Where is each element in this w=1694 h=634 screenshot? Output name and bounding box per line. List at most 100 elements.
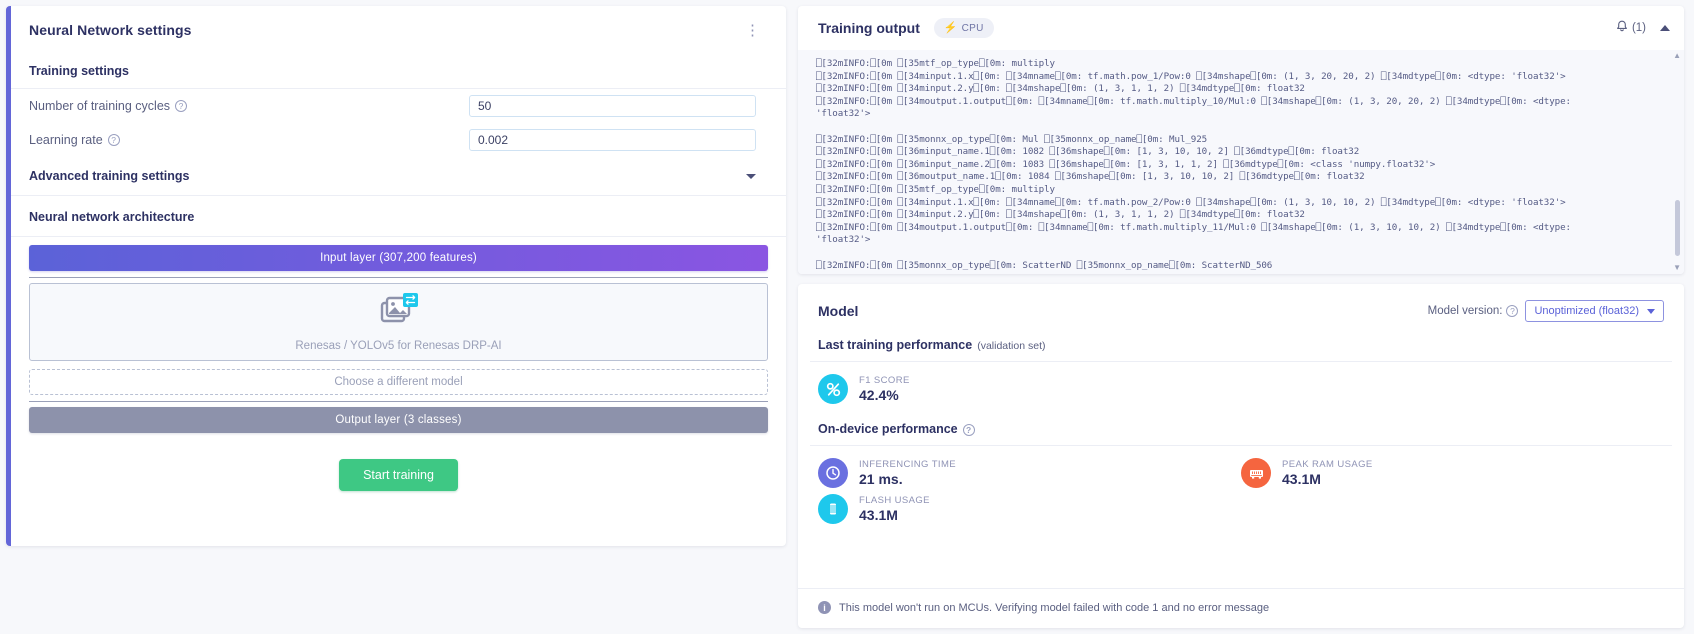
training-output-title: Training output bbox=[818, 20, 920, 36]
label-learning-rate: Learning rate ? bbox=[29, 133, 469, 147]
f1-value: 42.4% bbox=[859, 387, 899, 403]
terminal-line: ⎕[32mINFO:⎕[0m ⎕[34minput.1.x⎕[0m: ⎕[34m… bbox=[816, 70, 1566, 82]
on-device-metrics: INFERENCING TIME 21 ms. FLASH USAGE 43.1… bbox=[798, 446, 1684, 528]
scrollbar-thumb[interactable] bbox=[1675, 200, 1680, 256]
f1-metric: F1 SCORE 42.4% bbox=[818, 374, 1241, 404]
model-version-label: Model version: ? bbox=[1428, 305, 1519, 317]
percent-icon bbox=[818, 374, 848, 404]
f1-metric-row: F1 SCORE 42.4% bbox=[798, 362, 1684, 408]
help-icon[interactable]: ? bbox=[107, 134, 120, 146]
peak-ram-usage-value: 43.1M bbox=[1282, 471, 1321, 488]
terminal-line: ⎕[32mINFO:⎕[0m ⎕[34moutput.1.output⎕[0m:… bbox=[816, 95, 1571, 107]
terminal-line: ⎕[32mINFO:⎕[0m ⎕[34minput.1.x⎕[0m: ⎕[34m… bbox=[816, 196, 1566, 208]
info-icon: i bbox=[818, 601, 831, 614]
layer-connector bbox=[29, 395, 768, 407]
terminal-line: ⎕[32mINFO:⎕[0m ⎕[35mtf_op_type⎕[0m: mult… bbox=[816, 183, 1055, 195]
terminal-line: ⎕[32mINFO:⎕[0m ⎕[34minput.2.y⎕[0m: ⎕[34m… bbox=[816, 83, 1305, 95]
terminal-output[interactable]: ⎕[32mINFO:⎕[0m ⎕[35mtf_op_type⎕[0m: mult… bbox=[798, 50, 1684, 274]
model-version-select[interactable]: Unoptimized (float32) bbox=[1525, 300, 1664, 322]
notifications-count: (1) bbox=[1631, 22, 1646, 34]
ram-icon bbox=[1241, 458, 1271, 489]
left-column: Neural Network settings ⋮ Training setti… bbox=[0, 0, 798, 634]
clock-icon bbox=[818, 458, 848, 489]
on-device-metrics-left: INFERENCING TIME 21 ms. FLASH USAGE 43.1… bbox=[818, 458, 1241, 525]
learning-rate-input[interactable] bbox=[469, 129, 756, 151]
kebab-menu-icon[interactable]: ⋮ bbox=[739, 21, 766, 40]
architecture-body: Input layer (307,200 features) Renesas /… bbox=[11, 237, 786, 491]
device-badge: ⚡ CPU bbox=[933, 18, 994, 38]
scroll-down-arrow[interactable]: ▼ bbox=[1673, 264, 1681, 272]
bell-icon bbox=[1616, 20, 1628, 36]
terminal-line: ⎕[32mINFO:⎕[0m ⎕[35monnx_op_type⎕[0m: Sc… bbox=[816, 259, 1273, 271]
terminal-line: ⎕[32mINFO:⎕[0m ⎕[36minput_name.2⎕[0m: 10… bbox=[816, 158, 1436, 170]
label-training-cycles: Number of training cycles ? bbox=[29, 99, 469, 113]
inferencing-time-text: INFERENCING TIME 21 ms. bbox=[859, 459, 956, 487]
help-icon[interactable]: ? bbox=[1506, 305, 1519, 317]
terminal-line: ⎕[32mINFO:⎕[0m ⎕[35monnx_op_type⎕[0m: Mu… bbox=[816, 133, 1208, 145]
training-output-header-right: (1) bbox=[1616, 20, 1670, 36]
f1-metric-spacer bbox=[1241, 374, 1664, 404]
neural-network-settings-card: Neural Network settings ⋮ Training setti… bbox=[6, 6, 786, 546]
last-training-performance-sub: (validation set) bbox=[977, 340, 1046, 352]
label-training-cycles-text: Number of training cycles bbox=[29, 99, 171, 113]
terminal-line: 'float32'> bbox=[816, 234, 871, 246]
selected-model-box[interactable]: Renesas / YOLOv5 for Renesas DRP-AI bbox=[29, 283, 768, 361]
selected-model-name: Renesas / YOLOv5 for Renesas DRP-AI bbox=[295, 339, 502, 352]
training-output-card: Training output ⚡ CPU (1) ⎕[32mINFO:⎕[0m… bbox=[798, 6, 1684, 274]
f1-metric-col: F1 SCORE 42.4% bbox=[818, 374, 1241, 404]
terminal-line: ⎕[32mINFO:⎕[0m ⎕[35mtf_op_type⎕[0m: mult… bbox=[816, 58, 1055, 69]
inferencing-time-metric: INFERENCING TIME 21 ms. bbox=[818, 458, 1241, 489]
model-version-group: Model version: ? Unoptimized (float32) bbox=[1428, 300, 1664, 322]
training-output-header: Training output ⚡ CPU (1) bbox=[798, 6, 1684, 50]
architecture-label: Neural network architecture bbox=[29, 210, 195, 224]
train-button-wrap: Start training bbox=[29, 433, 768, 491]
model-card: Model Model version: ? Unoptimized (floa… bbox=[798, 284, 1684, 628]
flash-usage-text: FLASH USAGE 43.1M bbox=[859, 495, 930, 523]
right-column: Training output ⚡ CPU (1) ⎕[32mINFO:⎕[0m… bbox=[798, 0, 1694, 634]
advanced-training-settings-toggle[interactable]: Advanced training settings bbox=[11, 157, 786, 195]
chevron-up-icon[interactable] bbox=[1660, 25, 1670, 31]
training-cycles-input[interactable] bbox=[469, 95, 756, 117]
notifications-button[interactable]: (1) bbox=[1616, 20, 1646, 36]
terminal-line: ⎕[32mINFO:⎕[0m ⎕[34minput.2.y⎕[0m: ⎕[34m… bbox=[816, 209, 1305, 221]
input-layer-bar: Input layer (307,200 features) bbox=[29, 245, 768, 271]
on-device-performance-title: On-device performance ? bbox=[798, 408, 1684, 445]
choose-different-model-button[interactable]: Choose a different model bbox=[29, 369, 768, 395]
peak-ram-usage-label: PEAK RAM USAGE bbox=[1282, 459, 1373, 471]
on-device-metrics-right: PEAK RAM USAGE 43.1M bbox=[1241, 458, 1664, 524]
terminal-line: ⎕[32mINFO:⎕[0m ⎕[36minput_name.1⎕[0m: 10… bbox=[816, 146, 1360, 158]
image-transfer-icon bbox=[379, 292, 419, 332]
chevron-down-icon[interactable] bbox=[1647, 308, 1655, 314]
device-badge-label: CPU bbox=[961, 22, 984, 34]
terminal-line: ⎕[32mINFO:⎕[0m ⎕[36moutput_name.1⎕[0m: 1… bbox=[816, 171, 1365, 183]
help-icon[interactable]: ? bbox=[962, 424, 975, 437]
layer-connector bbox=[29, 271, 768, 283]
flash-usage-label: FLASH USAGE bbox=[859, 495, 930, 507]
flash-usage-metric: FLASH USAGE 43.1M bbox=[818, 494, 1241, 525]
model-warning-note: i This model won't run on MCUs. Verifyin… bbox=[798, 588, 1684, 628]
training-settings-label: Training settings bbox=[29, 64, 130, 78]
flash-usage-value: 43.1M bbox=[859, 507, 898, 524]
help-icon[interactable]: ? bbox=[175, 100, 188, 112]
inferencing-time-label: INFERENCING TIME bbox=[859, 459, 957, 471]
terminal-line: ⎕[32mINFO:⎕[0m ⎕[34moutput.1.output⎕[0m:… bbox=[816, 221, 1571, 233]
peak-ram-usage-text: PEAK RAM USAGE 43.1M bbox=[1282, 459, 1373, 487]
last-training-performance-text: Last training performance bbox=[818, 338, 973, 352]
output-layer-bar: Output layer (3 classes) bbox=[29, 407, 768, 433]
start-training-button[interactable]: Start training bbox=[339, 459, 458, 491]
last-training-performance-title: Last training performance (validation se… bbox=[798, 334, 1684, 361]
inferencing-time-value: 21 ms. bbox=[859, 471, 903, 488]
model-title: Model bbox=[818, 303, 859, 319]
f1-metric-text: F1 SCORE 42.4% bbox=[859, 375, 910, 403]
f1-label: F1 SCORE bbox=[859, 375, 910, 386]
nn-card-header: Neural Network settings ⋮ bbox=[11, 6, 786, 54]
field-row-learning-rate: Learning rate ? bbox=[11, 123, 786, 157]
app-root: Neural Network settings ⋮ Training setti… bbox=[0, 0, 1694, 634]
on-device-performance-text: On-device performance bbox=[818, 422, 958, 436]
chevron-down-icon[interactable] bbox=[746, 173, 756, 179]
bolt-icon: ⚡ bbox=[943, 21, 958, 34]
advanced-training-settings-label: Advanced training settings bbox=[29, 169, 190, 183]
chip-icon bbox=[818, 494, 848, 525]
training-output-header-left: Training output ⚡ CPU bbox=[818, 18, 994, 38]
